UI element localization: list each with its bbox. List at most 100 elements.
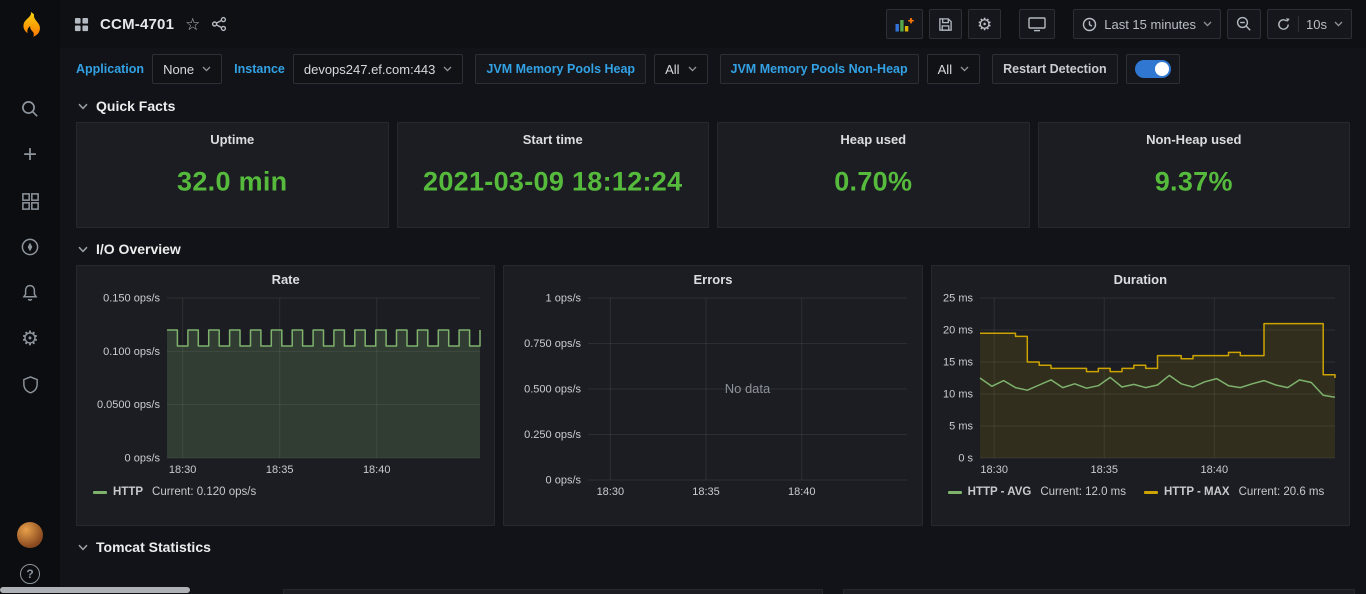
legend-item-http-avg[interactable]: HTTP - AVGCurrent: 12.0 ms — [948, 486, 1126, 498]
panel-title[interactable]: Non-Heap used — [1039, 123, 1350, 147]
variable-dropdown-jvm-memory-pools-heap[interactable]: All — [654, 54, 707, 84]
variable-jvm-memory-pools-heap: JVM Memory Pools HeapAll — [475, 54, 707, 84]
zoom-out-button[interactable] — [1227, 9, 1261, 39]
panel-title[interactable]: Errors — [512, 272, 913, 287]
svg-text:0 ops/s: 0 ops/s — [125, 453, 161, 465]
legend-series-name: HTTP - AVG — [968, 486, 1032, 498]
variable-label: Application — [76, 62, 144, 76]
user-avatar[interactable] — [17, 522, 43, 548]
restart-detection-toggle[interactable] — [1135, 60, 1171, 78]
panel-title[interactable]: Heap used — [718, 123, 1029, 147]
graph-panel-rate: Rate 0 ops/s 0.0500 ops/s 0.100 ops/s 0.150 … — [76, 265, 495, 526]
legend-item-http-max[interactable]: HTTP - MAXCurrent: 20.6 ms — [1144, 486, 1324, 498]
refresh-button[interactable]: 10s — [1267, 9, 1352, 39]
help-icon[interactable]: ? — [20, 564, 40, 584]
variable-dropdown-application[interactable]: None — [152, 54, 222, 84]
main-area: CCM-4701 ☆ — [60, 0, 1366, 594]
svg-text:0.500 ops/s: 0.500 ops/s — [524, 384, 581, 396]
svg-text:18:40: 18:40 — [363, 464, 391, 476]
graph-panel-duration: Duration0 s5 ms10 ms15 ms20 ms25 ms18:30… — [931, 265, 1350, 526]
legend-item-http[interactable]: HTTP Current: 0.120 ops/s — [93, 486, 256, 498]
refresh-interval-label: 10s — [1306, 17, 1327, 32]
star-icon[interactable]: ☆ — [185, 16, 200, 33]
stat-panel-start-time: Start time2021-03-09 18:12:24 — [397, 122, 710, 228]
graph-rate[interactable]: 0 ops/s 0.0500 ops/s 0.100 ops/s 0.150 ops/… — [85, 290, 486, 478]
row-io-overview[interactable]: I/O Overview — [78, 241, 1350, 257]
graph-plot-area[interactable]: 0 ops/s0.250 ops/s0.500 ops/s0.750 ops/s… — [512, 290, 913, 505]
partial-panel — [283, 589, 823, 594]
legend-series-name: HTTP — [113, 486, 143, 498]
legend-current-value: Current: 0.120 ops/s — [152, 486, 256, 498]
svg-text:0.750 ops/s: 0.750 ops/s — [524, 338, 581, 350]
svg-text:0 ops/s: 0 ops/s — [546, 475, 582, 487]
add-panel-icon — [895, 17, 914, 32]
save-dashboard-button[interactable] — [929, 9, 962, 39]
variable-dropdown-jvm-memory-pools-non-heap[interactable]: All — [927, 54, 980, 84]
panel-title[interactable]: Start time — [398, 123, 709, 147]
variable-application: Application None — [76, 54, 222, 84]
sidebar: + ⚙ ? — [0, 0, 60, 594]
variable-jvm-memory-pools-non-heap: JVM Memory Pools Non-HeapAll — [720, 54, 981, 84]
row-tomcat-statistics[interactable]: Tomcat Statistics — [78, 539, 1350, 555]
stat-panel-heap-used: Heap used0.70% — [717, 122, 1030, 228]
partial-panel — [843, 589, 1355, 594]
grafana-logo[interactable] — [0, 0, 60, 50]
time-range-picker[interactable]: Last 15 minutes — [1073, 9, 1221, 39]
legend-series-swatch — [93, 491, 107, 494]
chevron-down-icon — [688, 66, 697, 72]
zoom-out-icon — [1236, 16, 1252, 32]
legend-series-swatch — [1144, 491, 1158, 494]
io-overview-panels: Rate 0 ops/s 0.0500 ops/s 0.100 ops/s 0.150 … — [76, 265, 1350, 526]
variable-dropdown-instance[interactable]: devops247.ef.com:443 — [293, 54, 464, 84]
stat-value: 9.37% — [1039, 167, 1350, 198]
graph-duration[interactable]: 0 s5 ms10 ms15 ms20 ms25 ms18:3018:3518:… — [940, 290, 1341, 478]
svg-text:0.100 ops/s: 0.100 ops/s — [103, 346, 160, 358]
graph-plot-area[interactable]: 0 s5 ms10 ms15 ms20 ms25 ms18:3018:3518:… — [940, 290, 1341, 483]
security-icon[interactable] — [19, 374, 41, 396]
dashboard-title[interactable]: CCM-4701 — [100, 16, 174, 33]
horizontal-scrollbar[interactable] — [0, 587, 190, 593]
alerting-icon[interactable] — [19, 282, 41, 304]
legend-series-swatch — [948, 491, 962, 494]
share-icon[interactable] — [211, 16, 227, 32]
explore-icon[interactable] — [19, 236, 41, 258]
configuration-icon[interactable]: ⚙ — [19, 328, 41, 350]
graph-errors[interactable]: 0 ops/s0.250 ops/s0.500 ops/s0.750 ops/s… — [512, 290, 913, 500]
add-panel-button[interactable] — [886, 9, 923, 39]
restart-detection-toggle-box[interactable] — [1126, 54, 1180, 84]
svg-text:18:40: 18:40 — [788, 486, 816, 498]
dashboard-settings-button[interactable]: ⚙ — [968, 9, 1001, 39]
chevron-down-icon — [443, 66, 452, 72]
grafana-flame-icon — [15, 9, 45, 41]
navbar-left: CCM-4701 ☆ — [74, 16, 227, 33]
divider — [1298, 16, 1299, 32]
panel-title[interactable]: Duration — [940, 272, 1341, 287]
chevron-down-icon — [1203, 21, 1212, 27]
svg-text:18:30: 18:30 — [597, 486, 625, 498]
panel-title[interactable]: Rate — [85, 272, 486, 287]
search-icon[interactable] — [19, 98, 41, 120]
chevron-down-icon — [78, 103, 88, 110]
chevron-down-icon — [78, 246, 88, 253]
svg-text:0.150 ops/s: 0.150 ops/s — [103, 293, 160, 305]
graph-plot-area[interactable]: 0 ops/s 0.0500 ops/s 0.100 ops/s 0.150 ops/… — [85, 290, 486, 483]
svg-text:20 ms: 20 ms — [943, 325, 973, 337]
variable-value: All — [665, 62, 679, 77]
chevron-down-icon — [202, 66, 211, 72]
dashboards-icon[interactable] — [19, 190, 41, 212]
svg-text:18:30: 18:30 — [980, 464, 1008, 476]
cycle-view-button[interactable] — [1019, 9, 1055, 39]
gear-icon: ⚙ — [977, 16, 992, 33]
variable-value: All — [938, 62, 952, 77]
dashboard-content: ApplicationNoneInstancedevops247.ef.com:… — [60, 48, 1366, 594]
svg-text:0.0500 ops/s: 0.0500 ops/s — [97, 399, 160, 411]
panel-title[interactable]: Uptime — [77, 123, 388, 147]
graph-legend: HTTP - AVGCurrent: 12.0 ms HTTP - MAXCurr… — [940, 483, 1341, 498]
row-quick-facts[interactable]: Quick Facts — [78, 98, 1350, 114]
toggle-knob — [1155, 62, 1169, 76]
svg-text:1 ops/s: 1 ops/s — [546, 293, 582, 305]
svg-text:25 ms: 25 ms — [943, 293, 973, 305]
chevron-down-icon — [960, 66, 969, 72]
chevron-down-icon — [1334, 21, 1343, 27]
create-icon[interactable]: + — [19, 144, 41, 166]
